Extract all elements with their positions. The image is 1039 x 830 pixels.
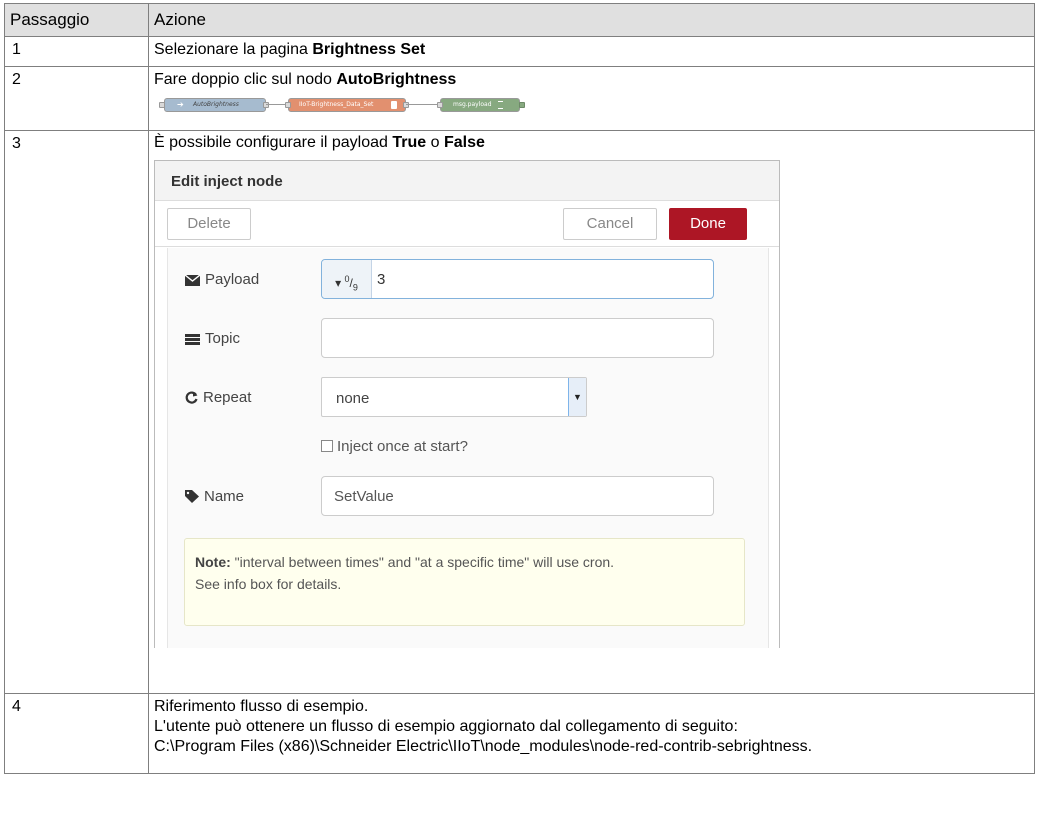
output-port[interactable] xyxy=(403,102,409,108)
payload-input[interactable]: ▾ 0/9 3 xyxy=(321,259,714,299)
header-step: Passaggio xyxy=(4,3,149,37)
step-text: Fare doppio clic sul nodo xyxy=(154,71,337,88)
step-number: 2 xyxy=(4,66,149,131)
step-action: Selezionare la pagina Brightness Set xyxy=(148,36,1035,67)
function-icon xyxy=(391,101,397,109)
inject-node-label: AutoBrightness xyxy=(193,101,239,108)
step-line2: L'utente può ottenere un flusso di esemp… xyxy=(154,718,738,735)
table-row: 3 È possibile configurare il payload Tru… xyxy=(4,130,1035,694)
inject-arrow-icon: ➔ xyxy=(177,100,184,109)
step-text: Selezionare la pagina xyxy=(154,41,313,58)
debug-list-icon xyxy=(498,101,503,109)
debug-node[interactable]: msg.payload xyxy=(437,98,525,112)
repeat-label: Repeat xyxy=(185,388,251,408)
repeat-value: none xyxy=(336,390,370,407)
payload-type-select[interactable]: ▾ 0/9 xyxy=(322,260,372,298)
delete-button[interactable]: Delete xyxy=(167,208,251,240)
note-box: Note: "interval between times" and "at a… xyxy=(184,538,745,626)
step-number: 4 xyxy=(4,693,149,774)
table-row: 1 Selezionare la pagina Brightness Set xyxy=(4,36,1035,67)
tasks-icon xyxy=(185,334,200,345)
payload-row: Payload ▾ 0/9 3 xyxy=(168,259,768,299)
step-bold-false: False xyxy=(443,134,485,151)
step-text-or: o xyxy=(426,134,444,151)
step-bold-true: True xyxy=(392,134,427,151)
payload-label: Payload xyxy=(184,270,259,290)
inject-node[interactable]: ➔ AutoBrightness xyxy=(159,98,269,112)
inject-once-label: Inject once at start? xyxy=(337,438,468,455)
note-line2: See info box for details. xyxy=(195,576,342,592)
dialog-body: Payload ▾ 0/9 3 Topic Repeat none ▼ Inje… xyxy=(167,248,769,648)
chevron-down-icon[interactable]: ▼ xyxy=(568,378,586,416)
table-row: 2 Fare doppio clic sul nodo AutoBrightne… xyxy=(4,66,1035,131)
step-text: È possibile configurare il payload xyxy=(154,134,393,151)
inject-once-checkbox[interactable]: Inject once at start? xyxy=(321,437,468,457)
steps-table: Passaggio Azione 1 Selezionare la pagina… xyxy=(4,3,1035,774)
done-button[interactable]: Done xyxy=(669,208,747,240)
topic-input[interactable] xyxy=(321,318,714,358)
table-header-row: Passaggio Azione xyxy=(4,3,1035,37)
edit-inject-dialog: Edit inject node Delete Cancel Done Payl… xyxy=(154,160,780,648)
flow-diagram: ➔ AutoBrightness IIoT-Brightness_Data_Se… xyxy=(159,93,1030,115)
step-action: Riferimento flusso di esempio. L'utente … xyxy=(148,693,1035,774)
step-path: C:\Program Files (x86)\Schneider Electri… xyxy=(154,738,813,755)
step-number: 1 xyxy=(4,36,149,67)
debug-toggle[interactable] xyxy=(519,102,525,108)
step-action: È possibile configurare il payload True … xyxy=(148,130,1035,694)
topic-label: Topic xyxy=(185,329,240,349)
dialog-toolbar: Delete Cancel Done xyxy=(155,201,779,247)
function-node-label: IIoT-Brightness_Data_Set xyxy=(299,101,374,108)
output-port[interactable] xyxy=(263,102,269,108)
repeat-icon xyxy=(185,391,198,404)
header-action: Azione xyxy=(148,3,1035,37)
checkbox-box[interactable] xyxy=(321,440,333,452)
wire xyxy=(406,104,440,105)
step-action: Fare doppio clic sul nodo AutoBrightness… xyxy=(148,66,1035,131)
name-label: Name xyxy=(185,487,244,507)
payload-value: 3 xyxy=(377,271,386,288)
inject-button[interactable] xyxy=(159,102,165,108)
debug-node-label: msg.payload xyxy=(453,101,492,108)
step-number: 3 xyxy=(4,130,149,694)
dialog-title: Edit inject node xyxy=(155,161,779,201)
note-text: "interval between times" and "at a speci… xyxy=(230,554,615,570)
input-port[interactable] xyxy=(285,102,291,108)
step-bold: Brightness Set xyxy=(312,41,426,58)
topic-row: Topic xyxy=(168,318,768,358)
input-port[interactable] xyxy=(437,102,443,108)
cancel-button[interactable]: Cancel xyxy=(563,208,657,240)
name-input[interactable]: SetValue xyxy=(321,476,714,516)
note-bold: Note: xyxy=(195,554,231,570)
step-line1: Riferimento flusso di esempio. xyxy=(154,698,369,715)
repeat-select[interactable]: none ▼ xyxy=(321,377,587,417)
table-row: 4 Riferimento flusso di esempio. L'utent… xyxy=(4,693,1035,774)
tag-icon xyxy=(185,490,199,503)
step-bold: AutoBrightness xyxy=(336,71,457,88)
repeat-row: Repeat none ▼ xyxy=(168,377,768,417)
envelope-icon xyxy=(184,274,201,286)
name-row: Name SetValue xyxy=(168,476,768,516)
function-node[interactable]: IIoT-Brightness_Data_Set xyxy=(285,98,409,112)
